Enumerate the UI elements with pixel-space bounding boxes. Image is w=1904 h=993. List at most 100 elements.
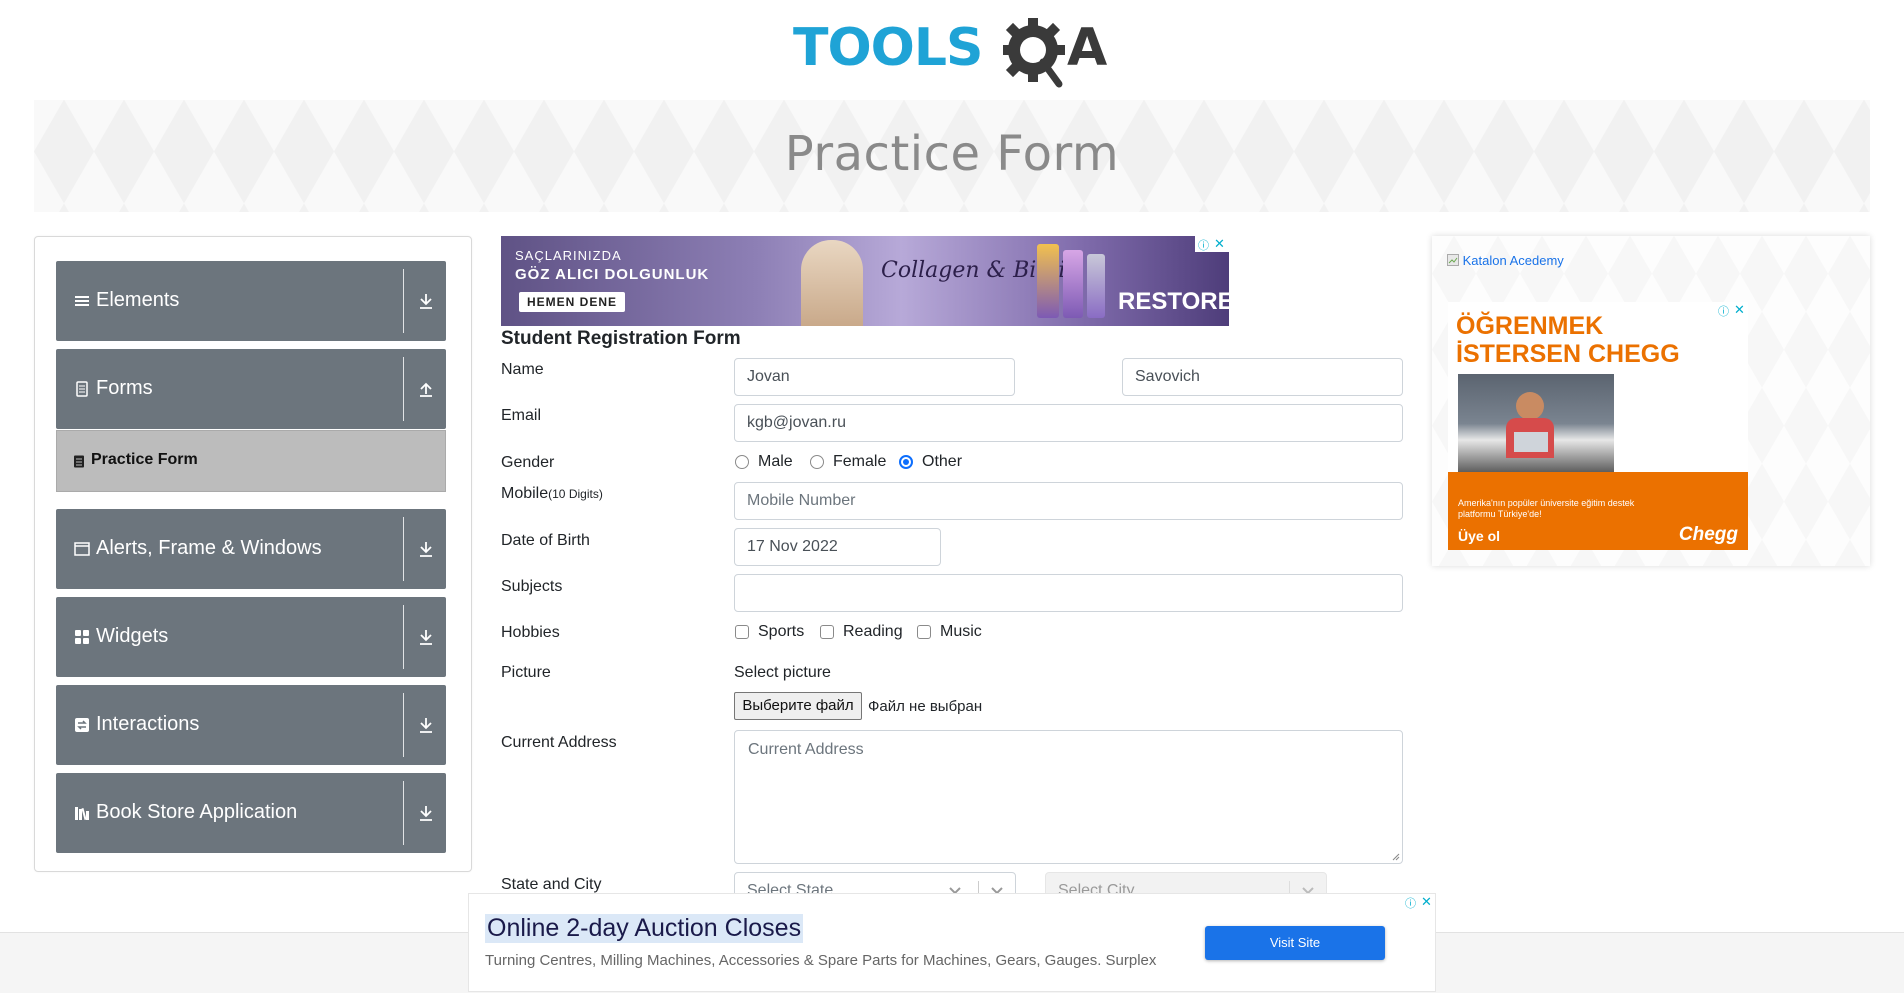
divider <box>403 269 404 333</box>
sidebar-group-label: Book Store Application <box>96 801 298 823</box>
subjects-input[interactable] <box>734 574 1403 612</box>
first-name-value: Jovan <box>747 368 790 385</box>
form-title: Student Registration Form <box>501 328 741 349</box>
sidebar-group-label: Elements <box>96 289 180 311</box>
interaction-icon <box>75 718 89 732</box>
picture-label: Picture <box>501 664 551 681</box>
hobby-reading-label[interactable]: Reading <box>843 623 903 641</box>
sidebar-group-alerts[interactable]: Alerts, Frame & Windows <box>56 509 446 589</box>
download-icon <box>420 294 432 309</box>
page-title: Practice Form <box>784 126 1120 182</box>
close-icon[interactable]: ✕ <box>1734 302 1745 318</box>
address-label: Current Address <box>501 734 617 751</box>
dob-input[interactable]: 17 Nov 2022 <box>734 528 941 566</box>
name-label: Name <box>501 361 544 378</box>
page-banner: Practice Form <box>34 100 1870 212</box>
chegg-body-1: Amerika'nın popüler üniversite eğitim de… <box>1458 498 1635 508</box>
sidebar-item-label: Practice Form <box>91 451 198 468</box>
ad-bottom-subtitle: Turning Centres, Milling Machines, Acces… <box>485 952 1157 969</box>
divider <box>403 781 404 845</box>
hobby-sports-checkbox[interactable] <box>735 625 749 639</box>
ad-model-image <box>801 240 863 326</box>
sidebar-group-interactions[interactable]: Interactions <box>56 685 446 765</box>
chegg-body-2: platformu Türkiye'de! <box>1458 509 1542 519</box>
logo-a-text: A <box>1067 18 1108 78</box>
mobile-placeholder: Mobile Number <box>747 492 856 509</box>
ad-banner-top[interactable]: SAÇLARINIZDA GÖZ ALICI DOLGUNLUK HEMEN D… <box>501 236 1229 326</box>
dob-value: 17 Nov 2022 <box>747 538 838 555</box>
divider <box>403 357 404 421</box>
broken-image-icon <box>1447 254 1459 266</box>
gender-label: Gender <box>501 454 555 471</box>
mobile-label-text: Mobile <box>501 485 549 502</box>
chegg-brand: Chegg <box>1678 524 1738 545</box>
sidebar-group-label: Widgets <box>96 625 169 647</box>
sidebar-group-widgets[interactable]: Widgets <box>56 597 446 677</box>
info-icon[interactable]: ⓘ <box>1718 303 1729 319</box>
ad-banner-bottom[interactable]: Online 2-day Auction Closes Turning Cent… <box>468 893 1436 992</box>
chegg-headline-1: ÖĞRENMEK <box>1456 312 1604 340</box>
gender-other-label[interactable]: Other <box>922 453 962 471</box>
email-input[interactable]: kgb@jovan.ru <box>734 404 1403 442</box>
last-name-input[interactable]: Savovich <box>1122 358 1403 396</box>
gender-male-radio[interactable] <box>735 455 749 469</box>
grid-icon <box>75 630 89 644</box>
resize-handle-icon[interactable] <box>1392 853 1400 861</box>
address-textarea[interactable]: Current Address <box>734 730 1403 864</box>
info-icon[interactable]: ⓘ <box>1405 895 1416 911</box>
chegg-photo <box>1458 374 1614 484</box>
ad-product-bottle <box>1063 250 1083 318</box>
hobby-reading-checkbox[interactable] <box>820 625 834 639</box>
gender-other-radio[interactable] <box>899 455 913 469</box>
info-icon[interactable]: ⓘ <box>1198 237 1209 253</box>
state-city-label: State and City <box>501 876 602 893</box>
ad-line1: SAÇLARINIZDA <box>515 248 622 263</box>
ad-brand: RESTOREX <box>1118 288 1229 315</box>
gear-icon <box>1003 18 1065 88</box>
mobile-input[interactable]: Mobile Number <box>734 482 1403 520</box>
close-icon[interactable]: ✕ <box>1421 894 1432 910</box>
download-icon <box>420 806 432 821</box>
ad-choices[interactable]: ⓘ ✕ <box>1195 236 1229 252</box>
gender-female-label[interactable]: Female <box>833 453 886 471</box>
toolsqa-logo[interactable]: TOOLS A <box>793 14 1117 90</box>
chegg-headline-2: İSTERSEN CHEGG <box>1456 340 1680 368</box>
ad-cta[interactable]: HEMEN DENE <box>519 292 626 312</box>
ad-bottom-title[interactable]: Online 2-day Auction Closes <box>485 914 804 943</box>
chegg-ad[interactable]: ÖĞRENMEK İSTERSEN CHEGG ⓘ ✕ Amerika'nın … <box>1448 302 1748 550</box>
subjects-label: Subjects <box>501 578 563 595</box>
hobby-music-checkbox[interactable] <box>917 625 931 639</box>
document-icon <box>74 455 84 468</box>
email-label: Email <box>501 407 542 424</box>
ad-sidebar-right: Katalon Acedemy ÖĞRENMEK İSTERSEN CHEGG … <box>1432 236 1870 566</box>
hobby-sports-label[interactable]: Sports <box>758 623 804 641</box>
photo-person-head <box>1516 392 1544 420</box>
katalon-broken-image[interactable]: Katalon Acedemy <box>1447 253 1564 268</box>
last-name-value: Savovich <box>1135 368 1200 385</box>
sidebar-group-label: Interactions <box>96 713 200 735</box>
address-placeholder: Current Address <box>748 741 864 758</box>
document-icon <box>76 381 88 397</box>
divider <box>403 517 404 581</box>
hobby-music-label[interactable]: Music <box>940 623 982 641</box>
sidebar-group-book-store[interactable]: Book Store Application <box>56 773 446 853</box>
ad-choices[interactable]: ⓘ ✕ <box>1403 894 1435 910</box>
gender-female-radio[interactable] <box>810 455 824 469</box>
gender-male-label[interactable]: Male <box>758 453 793 471</box>
picture-caption: Select picture <box>734 664 831 681</box>
ad-choices[interactable]: ⓘ ✕ <box>1716 302 1748 318</box>
chegg-footer: Amerika'nın popüler üniversite eğitim de… <box>1448 472 1748 550</box>
menu-icon <box>75 296 89 306</box>
visit-site-button[interactable]: Visit Site <box>1205 926 1385 960</box>
choose-file-button[interactable]: Выберите файл <box>734 692 862 720</box>
sidebar-group-label: Forms <box>96 377 153 399</box>
sidebar-group-forms[interactable]: Forms <box>56 349 446 429</box>
file-status: Файл не выбран <box>868 698 983 715</box>
sidebar-group-label: Alerts, Frame & Windows <box>96 537 322 559</box>
close-icon[interactable]: ✕ <box>1214 236 1225 252</box>
sidebar-group-elements[interactable]: Elements <box>56 261 446 341</box>
sidebar-item-practice-form[interactable]: Practice Form <box>56 430 446 492</box>
chegg-cta[interactable]: Üye ol <box>1458 528 1500 544</box>
first-name-input[interactable]: Jovan <box>734 358 1015 396</box>
download-icon <box>420 718 432 733</box>
